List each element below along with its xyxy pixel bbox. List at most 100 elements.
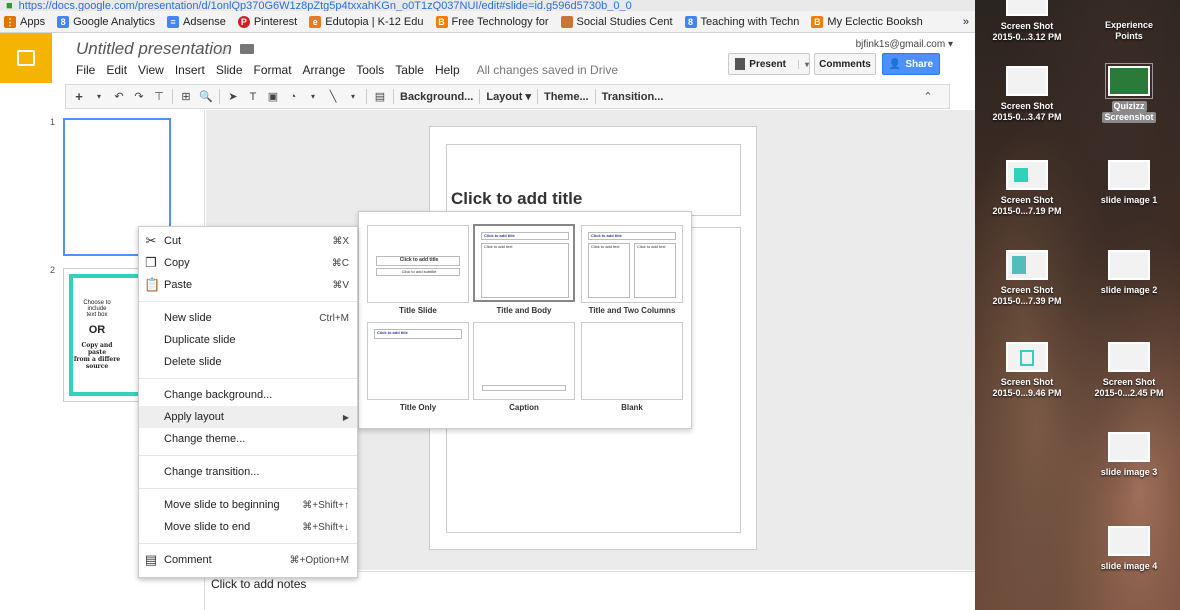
browser-window: ■ https://docs.google.com/presentation/d…	[0, 0, 975, 610]
comment-icon: ▤	[144, 552, 158, 567]
desktop-file-icon[interactable]: Screen Shot 2015-0...7.39 PM	[977, 250, 1077, 307]
account-email[interactable]: bjfink1s@gmail.com ▾	[856, 39, 953, 50]
menu-item-move-to-beginning[interactable]: Move slide to beginning ⌘+Shift+↑	[139, 494, 357, 516]
bookmark-teaching-with-tech[interactable]: 8 Teaching with Techn	[684, 15, 799, 28]
desktop-file-icon[interactable]: slide image 3	[1079, 432, 1179, 478]
folder-icon[interactable]	[240, 44, 254, 54]
desktop-file-icon[interactable]: slide image 4	[1079, 526, 1179, 572]
menu-item-copy[interactable]: ❐ Copy ⌘C	[139, 252, 357, 274]
layout-blank[interactable]	[581, 322, 683, 400]
desktop-file-icon[interactable]: Screen Shot 2015-0...9.46 PM	[977, 342, 1077, 399]
present-dropdown-icon[interactable]: ▾	[797, 59, 809, 69]
menu-item-new-slide[interactable]: New slide Ctrl+M	[139, 307, 357, 329]
layout-title-only[interactable]: Click to add title	[367, 322, 469, 400]
bookmark-social-studies[interactable]: Social Studies Cent	[560, 15, 673, 28]
analytics-icon: 8	[57, 15, 70, 28]
menu-file[interactable]: File	[76, 63, 95, 77]
desktop-file-icon[interactable]: Screen Shot 2015-0...3.12 PM	[977, 0, 1077, 43]
bookmark-free-technology[interactable]: B Free Technology for	[435, 15, 549, 28]
bookmark-edutopia[interactable]: e Edutopia | K-12 Edu	[309, 15, 424, 28]
menu-item-move-to-end[interactable]: Move slide to end ⌘+Shift+↓	[139, 516, 357, 538]
bookmarks-more-button[interactable]: »	[963, 16, 969, 28]
menu-help[interactable]: Help	[435, 63, 460, 77]
sites-icon: 8	[684, 15, 697, 28]
collapse-icon[interactable]: ⌃	[921, 87, 935, 106]
menu-arrange[interactable]: Arrange	[303, 63, 346, 77]
menu-tools[interactable]: Tools	[356, 63, 384, 77]
line-dropdown-icon[interactable]: ▾	[346, 87, 360, 106]
context-menu: ✂ Cut ⌘X ❐ Copy ⌘C 📋 Paste ⌘V New slide Ctrl+M …	[138, 226, 358, 578]
menu-item-label: Apply layout	[164, 411, 224, 423]
new-slide-dropdown-icon[interactable]: ▾	[92, 87, 106, 106]
zoom-icon[interactable]: 🔍	[199, 87, 213, 106]
desktop-file-icon[interactable]: slide image 1	[1079, 160, 1179, 206]
file-label: Quizizz	[1111, 101, 1147, 112]
thumbnail-accent	[1014, 168, 1028, 182]
bookmark-adsense[interactable]: ≡ Adsense	[167, 15, 226, 28]
menu-item-change-theme[interactable]: Change theme...	[139, 428, 357, 450]
desktop-file-icon[interactable]: Screen Shot 2015-0...3.47 PM	[977, 66, 1077, 123]
adsense-icon: ≡	[167, 15, 180, 28]
menu-format[interactable]: Format	[254, 63, 292, 77]
layout-title-slide[interactable]: Click to add title Click to add subtitle	[367, 225, 469, 303]
shape-icon[interactable]: ◔	[286, 87, 300, 106]
layout-button[interactable]: Layout ▾	[486, 87, 531, 106]
menu-item-comment[interactable]: ▤ Comment ⌘+Option+M	[139, 549, 357, 571]
comments-button[interactable]: Comments	[814, 53, 876, 75]
bookmark-google-analytics[interactable]: 8 Google Analytics	[57, 15, 155, 28]
select-cursor-icon[interactable]: ➤	[226, 87, 240, 106]
undo-icon[interactable]: ↶	[112, 87, 126, 106]
thumbnail-accent	[1020, 350, 1034, 366]
bookmark-pinterest[interactable]: P Pinterest	[237, 15, 297, 28]
layout-caption[interactable]	[473, 322, 575, 400]
comment-icon[interactable]: ▤	[373, 87, 387, 106]
image-icon[interactable]: ▣	[266, 87, 280, 106]
menu-item-apply-layout[interactable]: Apply layout ▶	[139, 406, 357, 428]
bookmark-apps[interactable]: ⋮ Apps	[4, 15, 45, 28]
menu-item-cut[interactable]: ✂ Cut ⌘X	[139, 230, 357, 252]
zoom-fit-icon[interactable]: ⊞	[179, 87, 193, 106]
background-button[interactable]: Background...	[400, 87, 473, 106]
file-thumbnail	[1108, 250, 1150, 280]
theme-button[interactable]: Theme...	[544, 87, 589, 106]
toolbar-divider	[536, 89, 538, 104]
file-label: 2015-0...3.12 PM	[992, 32, 1062, 42]
desktop-file-icon[interactable]: Quizizz Screenshot	[1079, 63, 1179, 123]
layout-label: Title Slide	[399, 306, 437, 315]
bookmark-eclectic-bookshelf[interactable]: B My Eclectic Booksh	[811, 15, 923, 28]
menu-edit[interactable]: Edit	[106, 63, 127, 77]
menu-item-change-background[interactable]: Change background...	[139, 384, 357, 406]
shape-dropdown-icon[interactable]: ▾	[306, 87, 320, 106]
menu-item-paste[interactable]: 📋 Paste ⌘V	[139, 274, 357, 296]
menu-slide[interactable]: Slide	[216, 63, 243, 77]
address-bar[interactable]: ■ https://docs.google.com/presentation/d…	[0, 0, 975, 11]
line-icon[interactable]: ╲	[326, 87, 340, 106]
share-button[interactable]: 👤 Share	[882, 53, 940, 75]
desktop-file-icon[interactable]: slide image 2	[1079, 250, 1179, 296]
toolbar-divider	[594, 89, 596, 104]
desktop-file-icon[interactable]: Screen Shot 2015-0...2.45 PM	[1079, 342, 1179, 399]
layout-title-and-body[interactable]: Click to add title Click to add text	[473, 224, 575, 302]
redo-icon[interactable]: ↷	[132, 87, 146, 106]
menu-item-delete-slide[interactable]: Delete slide	[139, 351, 357, 373]
file-thumbnail	[1006, 0, 1048, 16]
menu-view[interactable]: View	[138, 63, 164, 77]
slide-number: 2	[50, 265, 56, 275]
file-label: Screenshot	[1102, 112, 1156, 123]
layout-title-two-columns[interactable]: Click to add title Click to add text Cli…	[581, 225, 683, 303]
document-title[interactable]: Untitled presentation	[76, 39, 232, 59]
paint-format-icon[interactable]: ⊤	[152, 87, 166, 106]
menu-item-duplicate-slide[interactable]: Duplicate slide	[139, 329, 357, 351]
slides-logo[interactable]	[0, 33, 52, 83]
star-icon[interactable]: ☆	[218, 41, 231, 58]
present-button[interactable]: Present ▾	[728, 53, 810, 75]
text-box-icon[interactable]: T	[246, 87, 260, 106]
desktop-file-icon[interactable]: Screen Shot 2015-0...7.19 PM	[977, 160, 1077, 217]
desktop-file-icon[interactable]: Experience Points	[1079, 20, 1179, 42]
title-placeholder[interactable]: Click to add title	[446, 144, 741, 216]
new-slide-icon[interactable]: +	[72, 87, 86, 106]
menu-insert[interactable]: Insert	[175, 63, 205, 77]
menu-table[interactable]: Table	[395, 63, 424, 77]
transition-button[interactable]: Transition...	[602, 87, 664, 106]
menu-item-change-transition[interactable]: Change transition...	[139, 461, 357, 483]
